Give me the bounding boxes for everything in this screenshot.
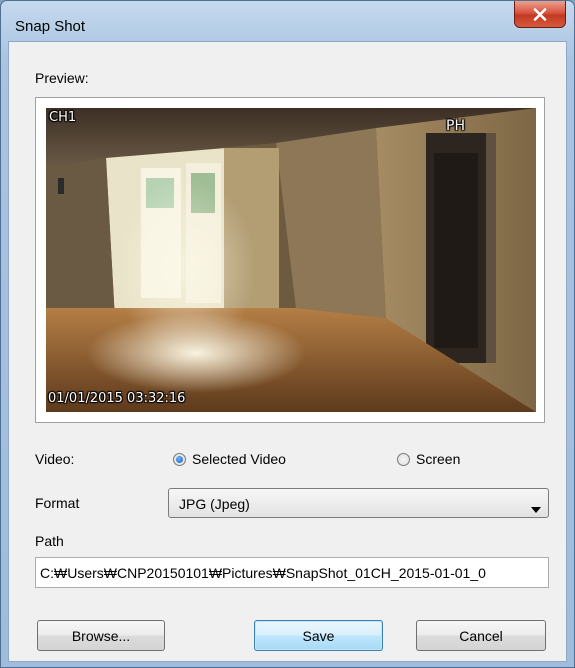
radio-unselected-icon: [397, 452, 410, 466]
close-button[interactable]: [514, 1, 566, 28]
path-field-value: C:₩Users₩CNP20150101₩Pictures₩SnapShot_0…: [40, 565, 486, 581]
snapshot-dialog: Snap Shot Preview: CH1 PH 01/01/2015 03:…: [0, 0, 575, 668]
dialog-client-area: Preview: CH1 PH 01/01/2015 03:32:16 Vide…: [8, 41, 567, 662]
save-button[interactable]: Save: [254, 620, 383, 651]
radio-screen[interactable]: Screen: [397, 451, 460, 467]
camera-snapshot-picture: [46, 108, 536, 412]
format-label: Format: [35, 495, 80, 511]
close-icon: [533, 7, 547, 21]
radio-selected-icon: [173, 452, 186, 466]
radio-selected-video-label: Selected Video: [192, 451, 286, 467]
format-select-value: JPG (Jpeg): [179, 496, 250, 512]
window-title: Snap Shot: [15, 18, 86, 35]
preview-label: Preview:: [35, 70, 89, 86]
video-label: Video:: [35, 451, 75, 467]
cancel-button[interactable]: Cancel: [416, 620, 546, 651]
timestamp-osd: 01/01/2015 03:32:16: [48, 391, 186, 406]
path-label: Path: [35, 533, 64, 549]
chevron-down-icon: [531, 500, 541, 518]
browse-button[interactable]: Browse...: [37, 620, 165, 651]
path-field[interactable]: C:₩Users₩CNP20150101₩Pictures₩SnapShot_0…: [35, 557, 549, 588]
format-select[interactable]: JPG (Jpeg): [168, 488, 549, 518]
browse-button-label: Browse...: [71, 627, 131, 644]
channel-osd: CH1: [49, 110, 77, 125]
radio-selected-video[interactable]: Selected Video: [173, 451, 286, 467]
title-bar[interactable]: Snap Shot: [1, 1, 574, 41]
elevator-sign-text: PH: [446, 118, 465, 134]
cancel-button-label: Cancel: [459, 627, 503, 644]
save-button-label: Save: [302, 627, 335, 644]
radio-screen-label: Screen: [416, 451, 461, 467]
preview-frame: CH1 PH 01/01/2015 03:32:16: [35, 97, 545, 423]
preview-image: CH1 PH 01/01/2015 03:32:16: [46, 108, 536, 412]
